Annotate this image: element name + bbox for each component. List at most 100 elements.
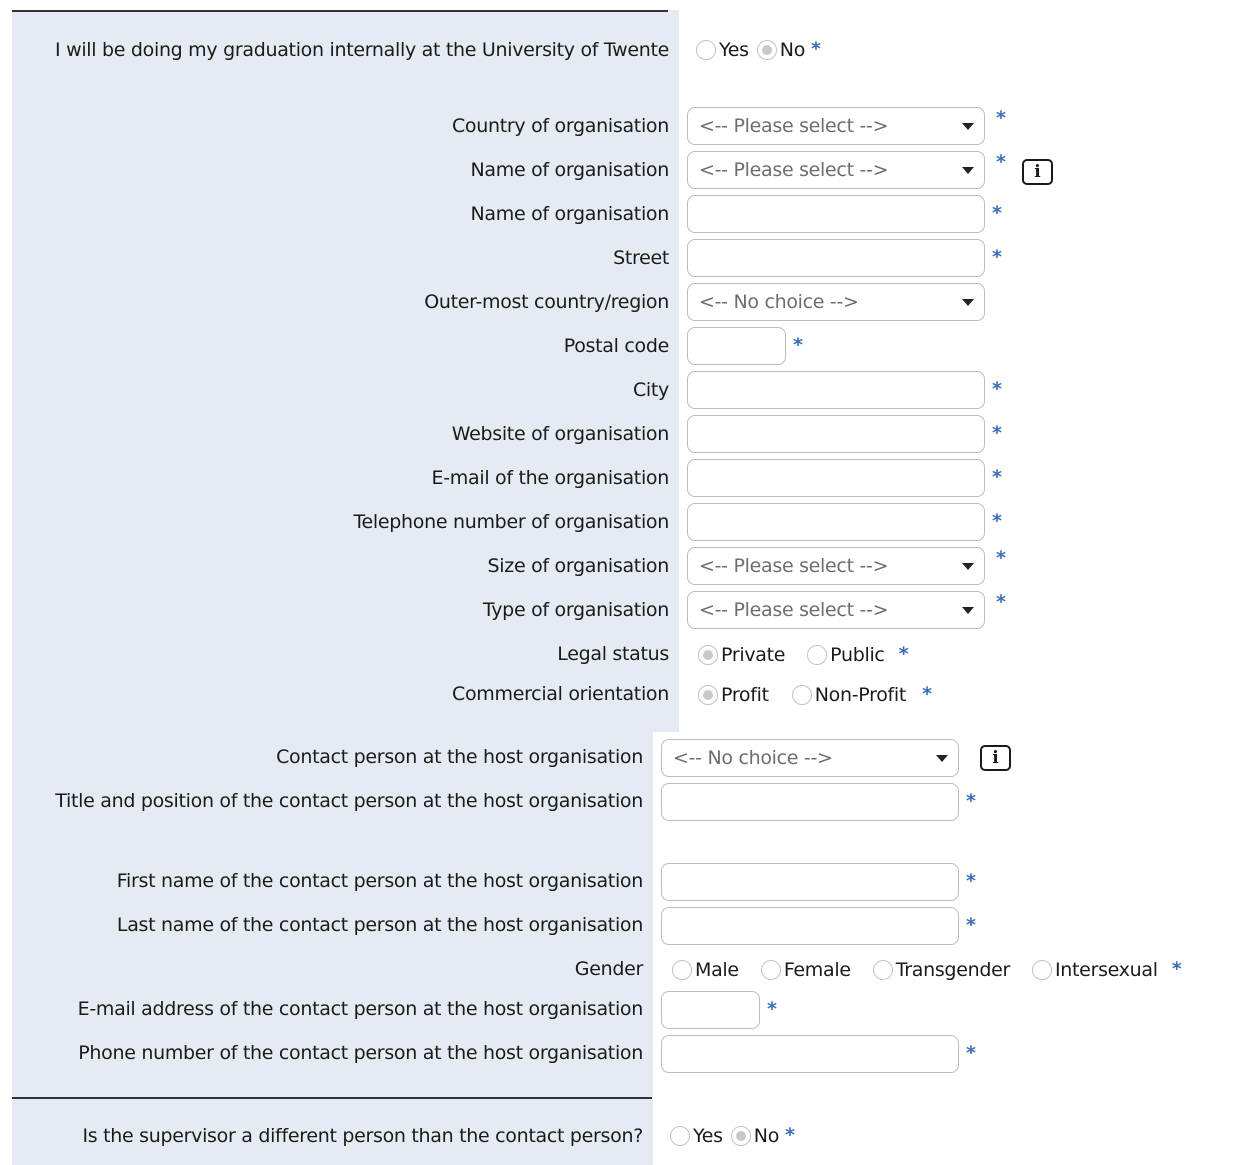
org-phone-label: Telephone number of organisation <box>353 511 669 533</box>
radio-button-checked[interactable] <box>698 684 718 705</box>
outer-region-select-value: <-- No choice --> <box>699 291 859 313</box>
commercial-orientation-radio-group: Profit Non-Profit * <box>698 683 932 711</box>
divider-bottom <box>12 1097 652 1099</box>
required-marker: * <box>785 1124 795 1146</box>
contact-person-select-value: <-- No choice --> <box>673 747 833 769</box>
radio-button-checked[interactable] <box>698 644 718 665</box>
gender-option-intersexual[interactable]: Intersexual <box>1031 959 1158 981</box>
country-select[interactable]: <-- Please select --> <box>687 107 985 145</box>
required-marker: * <box>1171 958 1182 980</box>
org-email-input[interactable] <box>687 459 985 497</box>
org-type-label: Type of organisation <box>482 599 669 621</box>
gender-label: Gender <box>574 958 644 980</box>
divider-top <box>12 10 668 12</box>
org-type-select[interactable]: <-- Please select --> <box>687 591 985 629</box>
radio-button-checked[interactable] <box>756 39 777 60</box>
commercial-option-non-profit[interactable]: Non-Profit <box>791 684 906 706</box>
contact-first-name-label: First name of the contact person at the … <box>116 870 644 892</box>
org-name-select[interactable]: <-- Please select --> <box>687 151 985 189</box>
required-marker: * <box>966 1042 976 1064</box>
contact-title-input[interactable] <box>661 783 959 821</box>
required-marker: * <box>992 202 1002 224</box>
required-marker: * <box>992 466 1002 488</box>
required-marker: * <box>898 643 909 665</box>
legal-option-public[interactable]: Public <box>807 644 885 666</box>
internal-option-yes[interactable]: Yes <box>696 39 749 61</box>
legal-option-private[interactable]: Private <box>698 644 785 666</box>
required-marker: * <box>992 510 1002 532</box>
org-size-select[interactable]: <-- Please select --> <box>687 547 985 585</box>
website-label: Website of organisation <box>451 423 670 445</box>
gender-option-male[interactable]: Male <box>672 959 739 981</box>
required-marker: * <box>996 591 1006 613</box>
chevron-down-icon <box>962 563 974 570</box>
required-marker: * <box>966 870 976 892</box>
supervisor-option-no[interactable]: No <box>730 1125 779 1147</box>
contact-email-label: E-mail address of the contact person at … <box>77 998 644 1020</box>
required-marker: * <box>811 38 821 60</box>
contact-title-label: Title and position of the contact person… <box>55 790 643 812</box>
required-marker: * <box>996 151 1006 173</box>
supervisor-option-yes[interactable]: Yes <box>670 1125 723 1147</box>
legal-status-radio-group: Private Public * <box>698 643 909 671</box>
required-marker: * <box>922 683 932 705</box>
radio-button[interactable] <box>1031 959 1052 980</box>
outer-region-label: Outer-most country/region <box>424 291 669 313</box>
radio-button[interactable] <box>670 1125 690 1146</box>
gender-option-transgender[interactable]: Transgender <box>872 959 1010 981</box>
postal-code-label: Postal code <box>563 335 670 357</box>
required-marker: * <box>966 790 976 812</box>
contact-phone-label: Phone number of the contact person at th… <box>78 1042 643 1064</box>
org-name-select-value: <-- Please select --> <box>699 159 889 181</box>
internal-label: I will be doing my graduation internally… <box>55 39 669 61</box>
website-input[interactable] <box>687 415 985 453</box>
gender-option-female[interactable]: Female <box>760 959 851 981</box>
commercial-option-profit[interactable]: Profit <box>698 684 769 706</box>
supervisor-label: Is the supervisor a different person tha… <box>82 1125 643 1147</box>
required-marker: * <box>767 998 777 1020</box>
contact-person-label: Contact person at the host organisation <box>276 746 643 768</box>
country-label: Country of organisation <box>451 115 669 137</box>
internal-radio-group: Yes No * <box>696 38 821 66</box>
chevron-down-icon <box>962 167 974 174</box>
org-phone-input[interactable] <box>687 503 985 541</box>
required-marker: * <box>992 422 1002 444</box>
contact-last-name-label: Last name of the contact person at the h… <box>116 914 643 936</box>
required-marker: * <box>992 378 1002 400</box>
radio-button[interactable] <box>696 39 716 60</box>
radio-button[interactable] <box>672 959 692 980</box>
required-marker: * <box>996 547 1006 569</box>
internal-option-no[interactable]: No <box>756 39 805 61</box>
supervisor-radio-group: Yes No * <box>670 1124 795 1152</box>
radio-button[interactable] <box>872 959 893 980</box>
org-name-select-label: Name of organisation <box>470 159 669 181</box>
chevron-down-icon <box>936 755 948 762</box>
commercial-orientation-label: Commercial orientation <box>451 683 669 705</box>
org-name-input[interactable] <box>687 195 985 233</box>
country-select-value: <-- Please select --> <box>699 115 889 137</box>
radio-button[interactable] <box>760 959 781 980</box>
info-icon[interactable]: i <box>980 745 1011 771</box>
radio-button[interactable] <box>807 644 828 665</box>
contact-person-select[interactable]: <-- No choice --> <box>661 739 959 777</box>
org-size-label: Size of organisation <box>487 555 670 577</box>
contact-first-name-input[interactable] <box>661 863 959 901</box>
contact-email-input[interactable] <box>661 991 760 1029</box>
city-input[interactable] <box>687 371 985 409</box>
org-name-label: Name of organisation <box>470 203 669 225</box>
street-input[interactable] <box>687 239 985 277</box>
outer-region-select[interactable]: <-- No choice --> <box>687 283 985 321</box>
chevron-down-icon <box>962 299 974 306</box>
legal-status-label: Legal status <box>557 643 669 665</box>
contact-last-name-input[interactable] <box>661 907 959 945</box>
chevron-down-icon <box>962 123 974 130</box>
info-icon[interactable]: i <box>1022 159 1053 185</box>
city-label: City <box>632 379 669 401</box>
postal-code-input[interactable] <box>687 327 786 365</box>
radio-button-checked[interactable] <box>730 1125 751 1146</box>
org-size-select-value: <-- Please select --> <box>699 555 889 577</box>
contact-phone-input[interactable] <box>661 1035 959 1073</box>
street-label: Street <box>613 247 669 269</box>
radio-button[interactable] <box>791 684 812 705</box>
org-email-label: E-mail of the organisation <box>431 467 670 489</box>
